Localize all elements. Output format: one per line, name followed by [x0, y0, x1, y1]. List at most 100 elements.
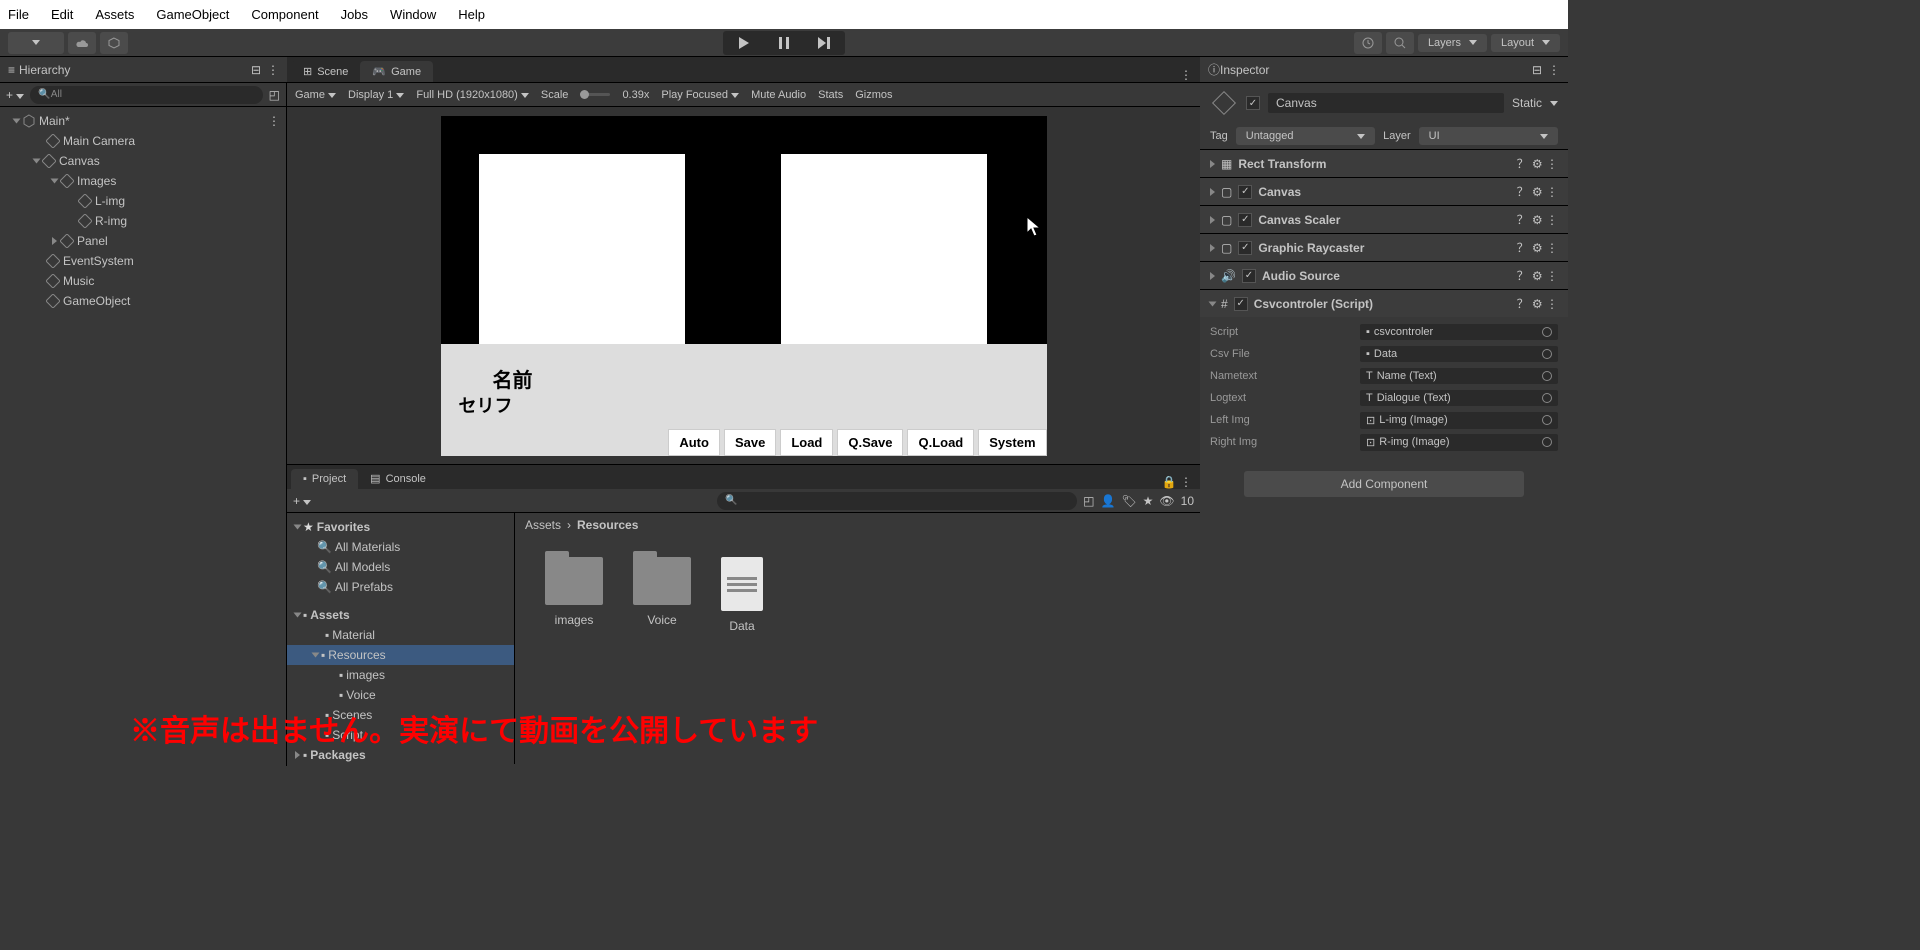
project-search-input[interactable]: 🔍 [717, 492, 1077, 510]
view-menu-icon[interactable]: ⋮ [1180, 68, 1192, 82]
prop-nametext-val[interactable]: TName (Text) [1360, 368, 1558, 384]
project-lock-icon[interactable]: 🔒 ⋮ [1162, 475, 1192, 489]
project-filter-icon[interactable]: ◰ [1083, 494, 1094, 508]
project-hidden-icon[interactable]: 👁 [1159, 494, 1174, 508]
tab-game[interactable]: 🎮Game [360, 61, 433, 82]
hierarchy-search-input[interactable]: 🔍 All [30, 86, 262, 104]
prop-script-label: Script [1210, 326, 1360, 338]
hierarchy-filter-icon[interactable]: ◰ [269, 88, 280, 102]
undo-history-button[interactable] [1354, 32, 1382, 54]
script-icon: # [1221, 297, 1228, 311]
mute-audio-toggle[interactable]: Mute Audio [751, 89, 806, 101]
game-mode-dropdown[interactable]: Game [295, 89, 336, 101]
display-dropdown[interactable]: Display 1 [348, 89, 404, 101]
gizmos-toggle[interactable]: Gizmos [855, 89, 892, 101]
menu-component[interactable]: Component [251, 7, 318, 22]
hierarchy-item-canvas[interactable]: Canvas [0, 151, 286, 171]
component-audio-source[interactable]: 🔊✓Audio Source？ ⚙ ⋮ [1200, 262, 1568, 289]
fav-all-materials[interactable]: 🔍 All Materials [287, 537, 514, 557]
component-graphic-raycaster[interactable]: ▢✓Graphic Raycaster？ ⚙ ⋮ [1200, 234, 1568, 261]
auto-button[interactable]: Auto [668, 429, 720, 456]
scene-menu-icon[interactable]: ⋮ [268, 114, 280, 128]
menu-jobs[interactable]: Jobs [341, 7, 368, 22]
breadcrumb-resources[interactable]: Resources [577, 518, 638, 532]
folder-voice[interactable]: ▪ Voice [287, 685, 514, 705]
hierarchy-lock-icon[interactable]: ⊟ [251, 63, 261, 77]
project-create-dropdown[interactable]: + [293, 494, 311, 508]
tab-console[interactable]: ▤Console [358, 468, 438, 489]
menu-file[interactable]: File [8, 7, 29, 22]
fav-all-models[interactable]: 🔍 All Models [287, 557, 514, 577]
component-rect-transform[interactable]: ▦Rect Transform？ ⚙ ⋮ [1200, 150, 1568, 177]
object-name-input[interactable]: Canvas [1268, 93, 1504, 113]
project-star-icon[interactable]: ★ [1143, 494, 1154, 508]
layout-dropdown[interactable]: Layout [1491, 34, 1560, 52]
qsave-button[interactable]: Q.Save [837, 429, 903, 456]
stats-toggle[interactable]: Stats [818, 89, 843, 101]
menu-edit[interactable]: Edit [51, 7, 73, 22]
tab-scene[interactable]: ⊞Scene [291, 61, 360, 82]
scale-value: 0.39x [622, 89, 649, 101]
inspector-menu-icon[interactable]: ⋮ [1548, 63, 1560, 77]
tab-project[interactable]: ▪Project [291, 469, 358, 489]
step-button[interactable] [805, 33, 843, 53]
tag-dropdown[interactable]: Untagged [1236, 127, 1375, 145]
menu-help[interactable]: Help [458, 7, 485, 22]
layers-dropdown[interactable]: Layers [1418, 34, 1487, 52]
active-checkbox[interactable]: ✓ [1246, 96, 1260, 110]
hierarchy-item-main-camera[interactable]: Main Camera [0, 131, 286, 151]
layer-dropdown[interactable]: UI [1419, 127, 1558, 145]
project-label-icon[interactable]: 🏷 [1121, 494, 1136, 508]
menu-window[interactable]: Window [390, 7, 436, 22]
scale-slider[interactable] [580, 93, 610, 96]
hierarchy-header: ≡ Hierarchy ⊟ ⋮ [0, 57, 287, 83]
hierarchy-item-panel[interactable]: Panel [0, 231, 286, 251]
menu-assets[interactable]: Assets [95, 7, 134, 22]
project-filter2-icon[interactable]: 👤 [1100, 494, 1115, 508]
assets-row[interactable]: ▪Assets [287, 605, 514, 625]
asset-folder-voice[interactable]: Voice [633, 557, 691, 633]
static-toggle[interactable]: Static [1512, 96, 1542, 110]
favorites-row[interactable]: ★Favorites [287, 517, 514, 537]
load-button[interactable]: Load [780, 429, 833, 456]
qload-button[interactable]: Q.Load [907, 429, 974, 456]
asset-folder-images[interactable]: images [545, 557, 603, 633]
hierarchy-item-gameobject[interactable]: GameObject [0, 291, 286, 311]
prop-leftimg-val[interactable]: ⊡L-img (Image) [1360, 412, 1558, 429]
menu-gameobject[interactable]: GameObject [156, 7, 229, 22]
component-canvas[interactable]: ▢✓Canvas？ ⚙ ⋮ [1200, 178, 1568, 205]
hierarchy-item-eventsystem[interactable]: EventSystem [0, 251, 286, 271]
add-component-button[interactable]: Add Component [1244, 471, 1524, 497]
hierarchy-menu-icon[interactable]: ⋮ [267, 63, 279, 77]
component-canvas-scaler[interactable]: ▢✓Canvas Scaler？ ⚙ ⋮ [1200, 206, 1568, 233]
save-button[interactable]: Save [724, 429, 776, 456]
account-button[interactable] [8, 32, 64, 54]
package-button[interactable] [100, 32, 128, 54]
scene-row[interactable]: Main* ⋮ [0, 111, 286, 131]
fav-all-prefabs[interactable]: 🔍 All Prefabs [287, 577, 514, 597]
breadcrumb-assets[interactable]: Assets [525, 518, 561, 532]
dialogue-text: セリフ [459, 392, 513, 418]
prop-rightimg-val[interactable]: ⊡R-img (Image) [1360, 434, 1558, 451]
playmode-dropdown[interactable]: Play Focused [661, 89, 739, 101]
hierarchy-item-images[interactable]: Images [0, 171, 286, 191]
folder-images[interactable]: ▪ images [287, 665, 514, 685]
resolution-dropdown[interactable]: Full HD (1920x1080) [416, 89, 529, 101]
prop-logtext-val[interactable]: TDialogue (Text) [1360, 390, 1558, 406]
hierarchy-item-l-img[interactable]: L-img [0, 191, 286, 211]
prop-script-val[interactable]: ▪csvcontroler [1360, 324, 1558, 340]
create-dropdown[interactable]: + [6, 88, 24, 102]
system-button[interactable]: System [978, 429, 1046, 456]
inspector-lock-icon[interactable]: ⊟ [1532, 63, 1542, 77]
hierarchy-item-music[interactable]: Music [0, 271, 286, 291]
component-csvcontroler[interactable]: #✓Csvcontroler (Script)？ ⚙ ⋮ [1200, 290, 1568, 317]
cloud-button[interactable] [68, 32, 96, 54]
prop-csvfile-val[interactable]: ▪Data [1360, 346, 1558, 362]
hierarchy-item-r-img[interactable]: R-img [0, 211, 286, 231]
search-button[interactable] [1386, 32, 1414, 54]
folder-material[interactable]: ▪ Material [287, 625, 514, 645]
play-button[interactable] [725, 33, 763, 53]
asset-file-data[interactable]: Data [721, 557, 763, 633]
pause-button[interactable] [765, 33, 803, 53]
folder-resources[interactable]: ▪ Resources [287, 645, 514, 665]
